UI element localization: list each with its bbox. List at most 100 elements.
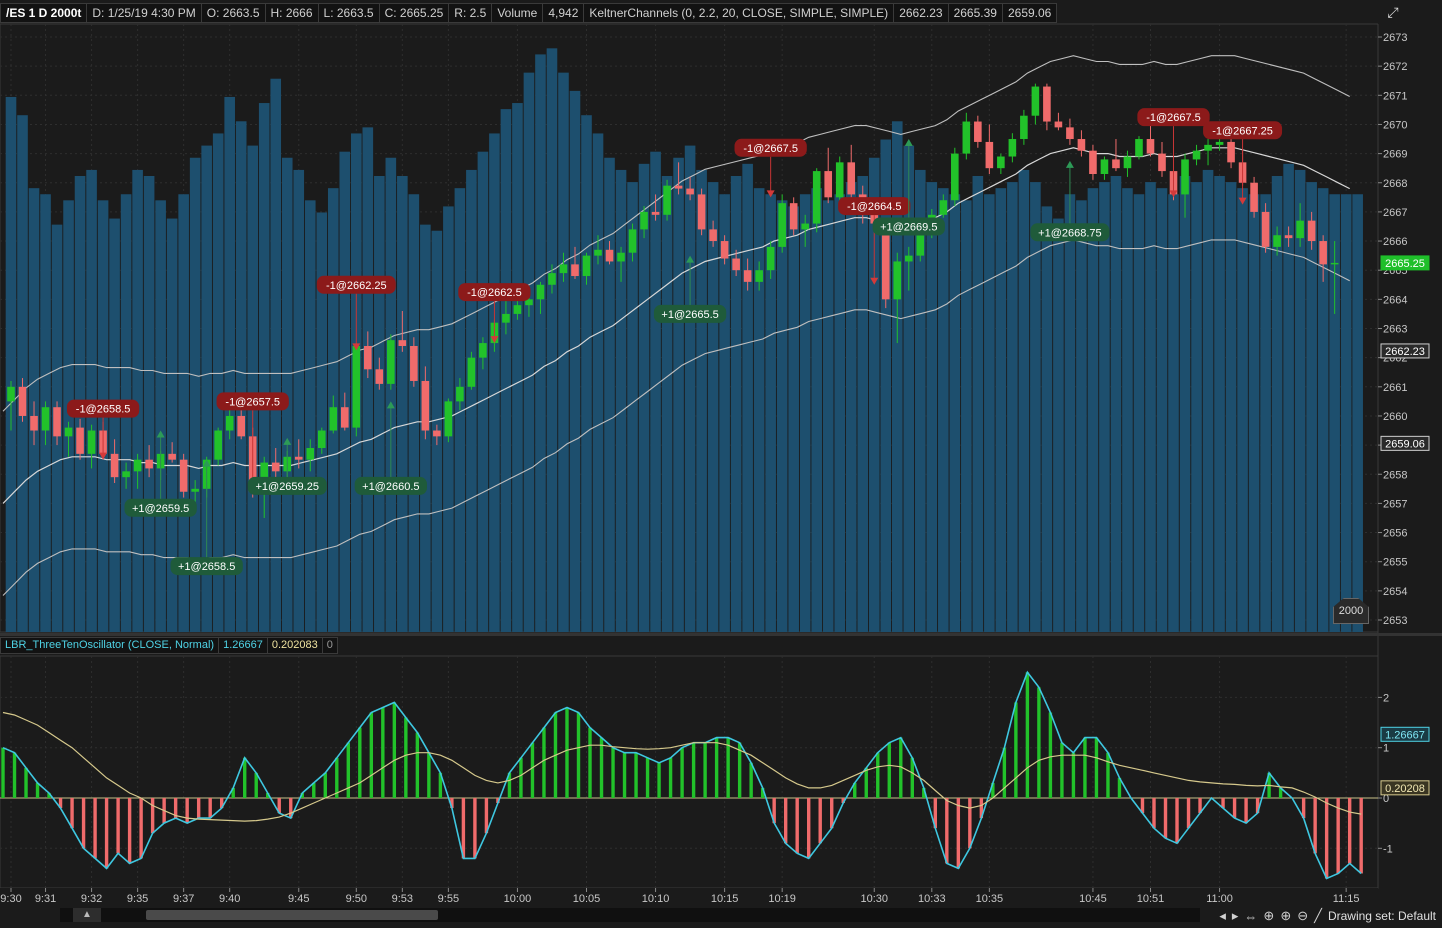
oscillator-bar [427, 752, 431, 798]
volume-bar [1030, 182, 1041, 632]
candle-body [271, 462, 280, 472]
zoom-in-icon[interactable]: ⊕ [1280, 908, 1291, 924]
candle-body [1204, 144, 1212, 151]
oscillator-bar [945, 798, 949, 864]
oscillator-marker-label: 0.20208 [1385, 783, 1425, 795]
volume-bar [477, 151, 489, 632]
expand-button[interactable]: ▲ [73, 908, 101, 922]
volume-bar [961, 200, 972, 632]
volume-study-label[interactable]: Volume [492, 3, 544, 23]
oscillator-grid [0, 633, 1442, 889]
oscillator-bar [1048, 712, 1053, 798]
candle-body [375, 369, 384, 384]
expand-horizontal-icon[interactable]: ⇔ [1244, 909, 1257, 924]
volume-bar [1064, 194, 1076, 633]
candle-body [1031, 86, 1040, 116]
drawing-set-label[interactable]: Drawing set: Default [1328, 909, 1436, 923]
volume-bar [1099, 182, 1110, 632]
volume-bar [316, 212, 328, 633]
symbol-label[interactable]: /ES 1 D 2000t [0, 3, 88, 23]
oscillator-bar [473, 798, 477, 859]
volume-bar [489, 133, 500, 632]
maximize-icon[interactable]: ⤢ [1382, 4, 1404, 22]
oscillator-panel [0, 655, 1379, 889]
oscillator-bar [795, 798, 799, 854]
oscillator-bar [93, 798, 97, 859]
oscillator-bar [1083, 737, 1087, 798]
volume-bar [1340, 194, 1352, 633]
volume-bar [1007, 182, 1018, 632]
keltner-study-label[interactable]: KeltnerChannels (0, 2.2, 20, CLOSE, SIMP… [584, 3, 895, 23]
oscillator-bar [530, 742, 535, 798]
oscillator-bar [208, 798, 212, 819]
candle-body [835, 162, 844, 198]
oscillator-bar [1014, 702, 1018, 798]
candle-body [651, 211, 660, 215]
time-tick-label: 9:45 [288, 893, 309, 905]
oscillator-bar [12, 752, 17, 798]
scroll-left-icon[interactable]: ◂ [1219, 908, 1226, 924]
candle-body [76, 427, 84, 454]
oscillator-bar [680, 747, 684, 798]
oscillator-bar [1060, 742, 1064, 798]
volume-bar [1260, 194, 1271, 633]
oscillator-bar [749, 762, 753, 798]
candle-body [145, 459, 153, 469]
time-tick-label: 11:15 [1333, 893, 1360, 905]
chart-tools: ◂ ▸ ⇔ ⊕ ⊕ ⊖ ╱ Drawing set: Default [1219, 907, 1436, 925]
candle-body [133, 459, 142, 472]
time-tick-label: 9:50 [346, 893, 367, 905]
candle-body [479, 343, 487, 358]
volume-bar [857, 176, 869, 632]
candle-body [766, 246, 775, 271]
oscillator-bar [1037, 687, 1041, 798]
oscillator-bar [807, 798, 811, 859]
volume-bar [143, 176, 155, 632]
oscillator-bar [1094, 737, 1099, 798]
price-tick-label: 2660 [1383, 411, 1407, 423]
oscillator-bar [1313, 798, 1317, 854]
price-tick-label: 2670 [1383, 119, 1407, 131]
volume-bar [845, 182, 857, 632]
volume-bar [650, 151, 661, 632]
crosshair-icon[interactable]: ⊕ [1263, 908, 1274, 924]
time-scrollbar[interactable]: ▲ [60, 908, 1200, 922]
volume-bar [1145, 182, 1156, 632]
candle-body [1077, 139, 1086, 151]
volume-bar [834, 194, 846, 633]
chart-canvas[interactable]: -1@2658.5 -1@2657.5 -1@2662.25 -1@2662.5 -1@… [0, 0, 1442, 928]
oscillator-bar [519, 757, 523, 798]
candle-body [53, 407, 61, 437]
candle-body [398, 340, 407, 346]
oscillator-bar [243, 757, 247, 798]
volume-bar [1214, 176, 1225, 632]
price-tick-label: 2671 [1383, 90, 1407, 102]
oscillator-study-label[interactable]: LBR_ThreeTenOscillator (CLOSE, Normal) [0, 637, 220, 654]
oscillator-bar [622, 752, 627, 798]
candle-body [824, 171, 833, 198]
time-tick-label: 10:05 [573, 893, 601, 905]
scroll-right-icon[interactable]: ▸ [1232, 908, 1239, 924]
keltner-value-3: 2659.06 [1002, 3, 1058, 23]
oscillator-bar [139, 798, 143, 859]
candle-body [1008, 139, 1017, 157]
candle-body [1330, 262, 1339, 265]
candle-body [1250, 182, 1258, 212]
volume-bar [673, 157, 684, 632]
time-tick-label: 9:40 [219, 893, 240, 905]
volume-bar [1202, 169, 1214, 633]
scrollbar-thumb[interactable] [146, 910, 438, 920]
price-tick-label: 2657 [1383, 498, 1407, 510]
time-tick-label: 10:51 [1137, 893, 1165, 905]
candle-body [778, 203, 786, 247]
volume-bar [339, 151, 351, 632]
volume-bar [1191, 182, 1202, 632]
candle-body [225, 415, 234, 431]
volume-bar [788, 206, 799, 632]
trade-tag-label: +1@2665.5 [661, 309, 718, 321]
volume-bar [799, 194, 811, 633]
price-tick-label: 2653 [1383, 615, 1407, 627]
time-tick-label: 10:30 [860, 893, 888, 905]
draw-line-icon[interactable]: ╱ [1314, 908, 1322, 924]
zoom-out-icon[interactable]: ⊖ [1297, 908, 1308, 924]
